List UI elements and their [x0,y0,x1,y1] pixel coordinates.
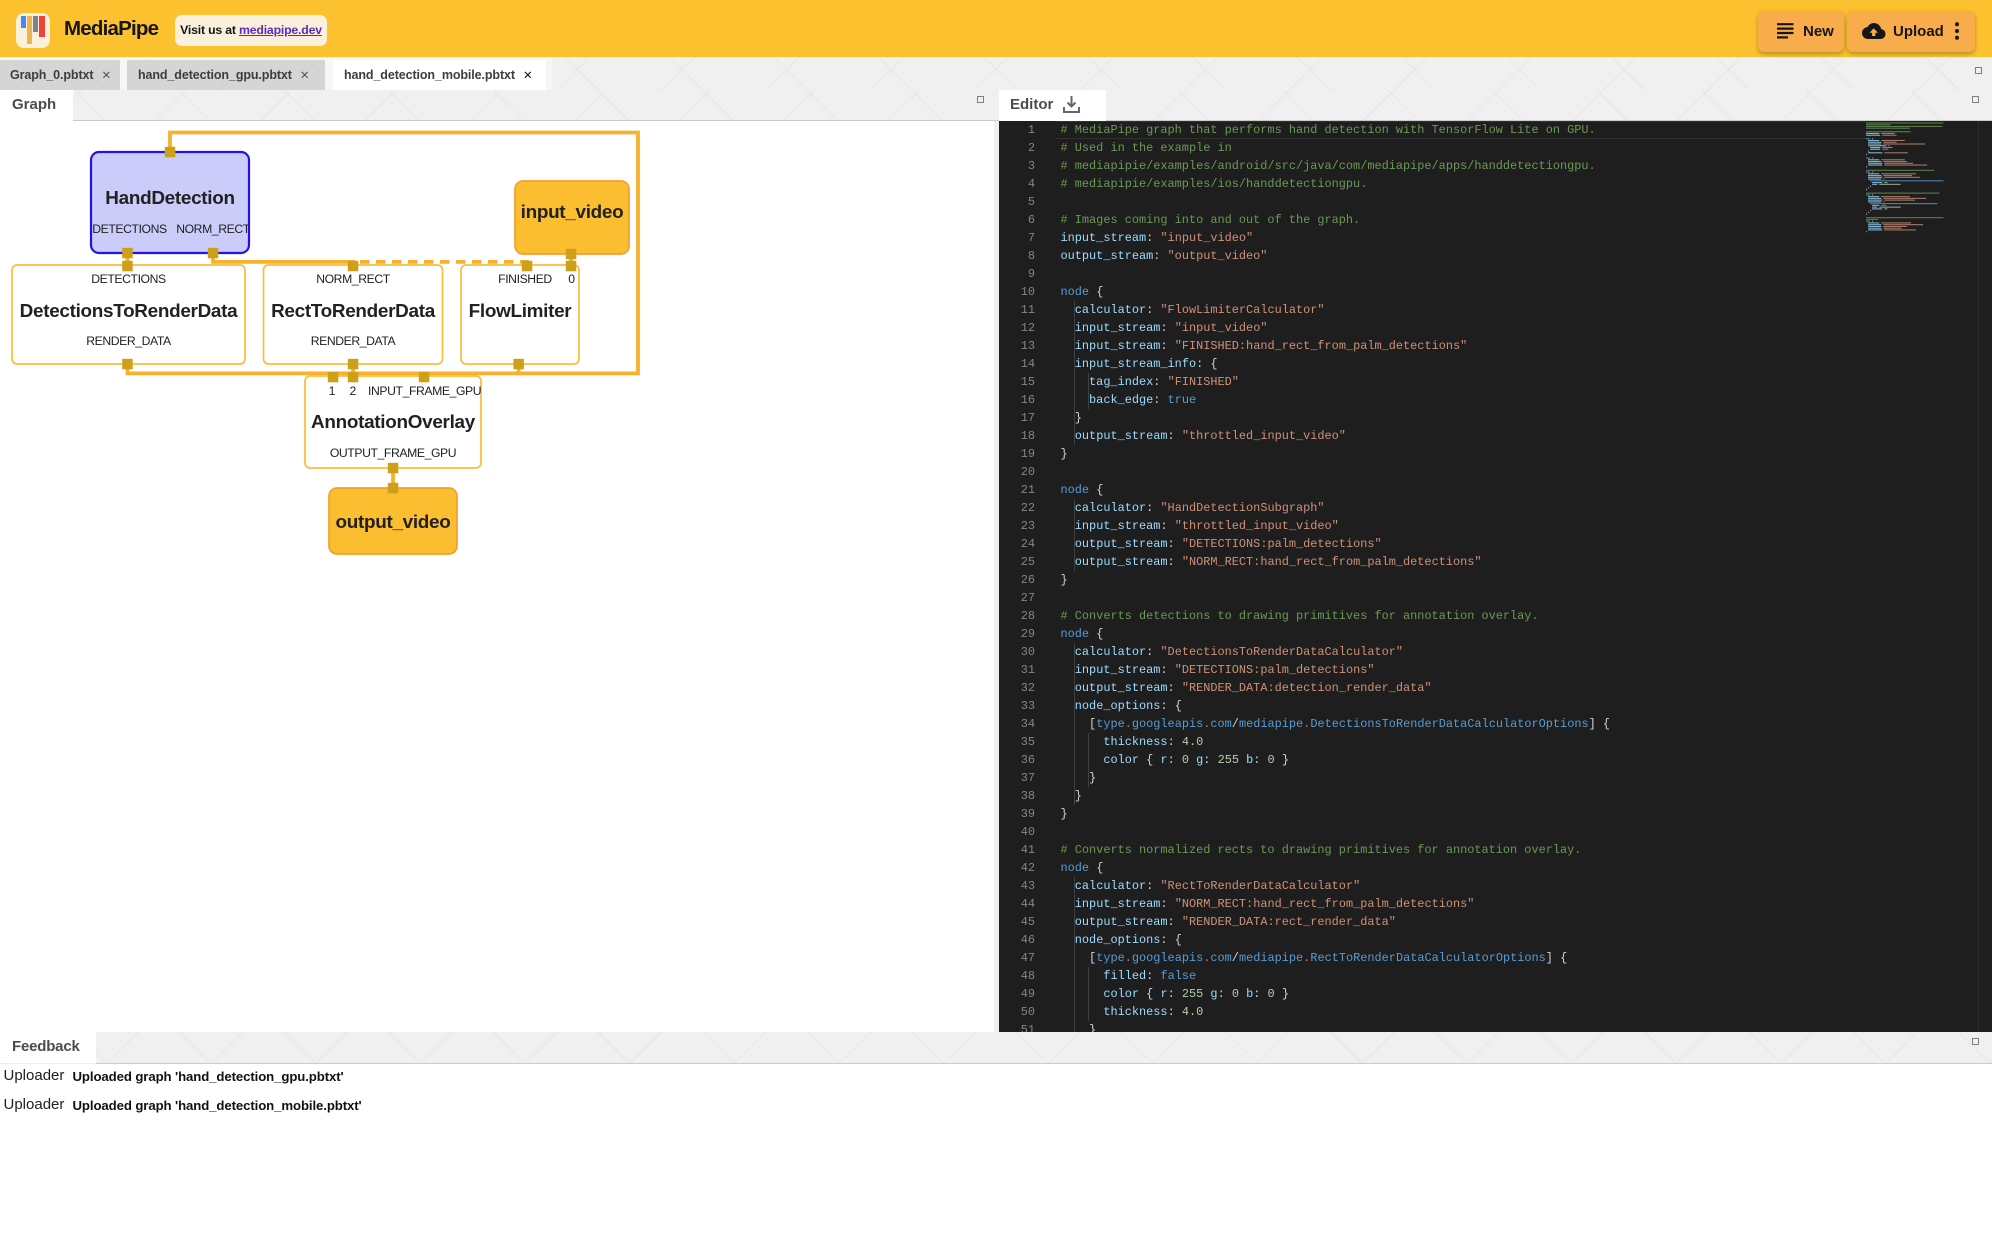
svg-text:RENDER_DATA: RENDER_DATA [311,334,397,348]
svg-text:NORM_RECT: NORM_RECT [176,222,251,236]
svg-text:output_video: output_video [336,512,451,533]
svg-text:DETECTIONS: DETECTIONS [91,272,166,286]
svg-text:INPUT_FRAME_GPU: INPUT_FRAME_GPU [368,384,481,398]
svg-text:0: 0 [568,272,575,286]
svg-text:1: 1 [329,384,336,398]
svg-text:HandDetection: HandDetection [105,188,234,209]
svg-text:RectToRenderData: RectToRenderData [271,301,436,322]
svg-text:OUTPUT_FRAME_GPU: OUTPUT_FRAME_GPU [330,446,456,460]
svg-text:DETECTIONS: DETECTIONS [92,222,167,236]
svg-text:FINISHED: FINISHED [498,272,552,286]
svg-text:DetectionsToRenderData: DetectionsToRenderData [20,301,238,322]
svg-text:RENDER_DATA: RENDER_DATA [86,334,172,348]
svg-text:2: 2 [350,384,357,398]
svg-text:input_video: input_video [521,202,624,223]
svg-text:AnnotationOverlay: AnnotationOverlay [311,412,476,433]
svg-text:NORM_RECT: NORM_RECT [316,272,391,286]
svg-text:FlowLimiter: FlowLimiter [469,301,573,322]
